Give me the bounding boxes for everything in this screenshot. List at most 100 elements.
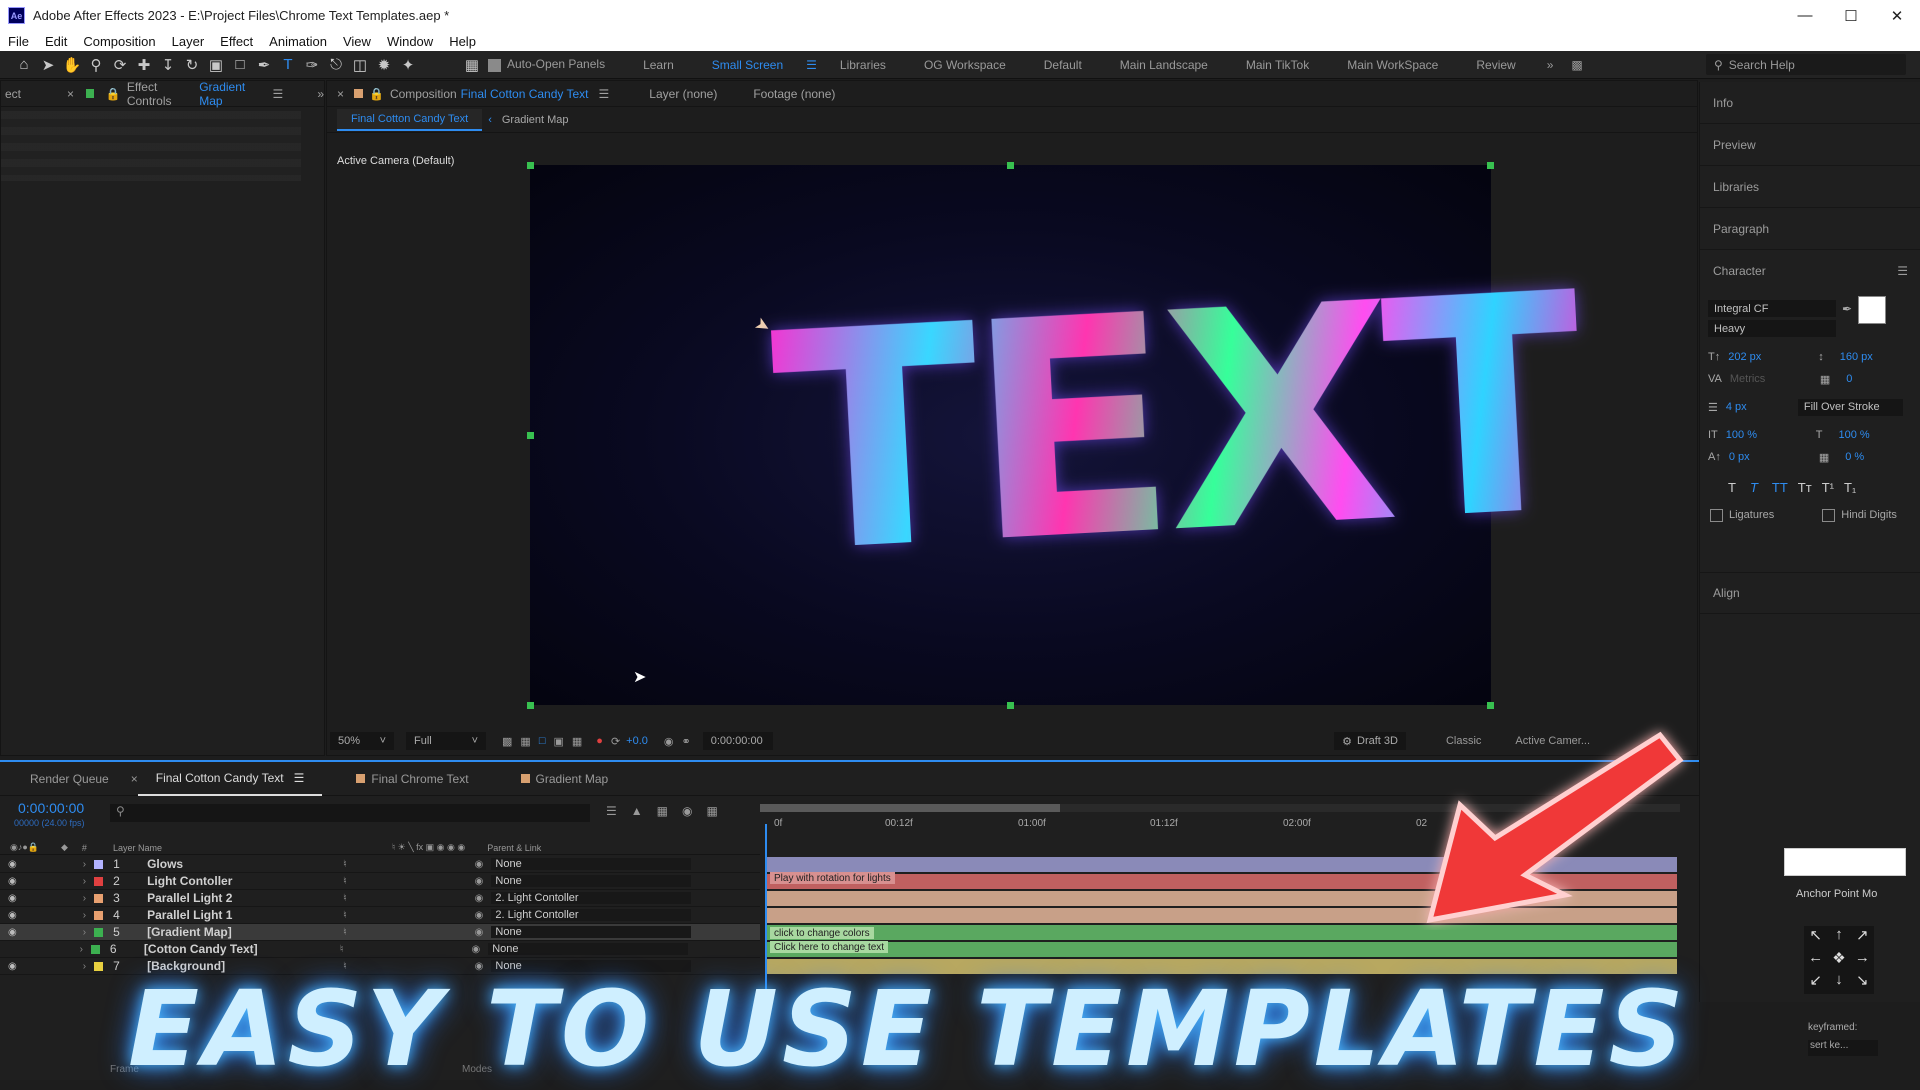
draft-3d-toggle[interactable]: ⚙ Draft 3D bbox=[1334, 732, 1406, 750]
expand-chevron-icon[interactable]: › bbox=[83, 910, 86, 921]
transform-handle[interactable] bbox=[1007, 162, 1014, 169]
transform-handle[interactable] bbox=[1487, 162, 1494, 169]
layer-label-swatch[interactable] bbox=[94, 910, 104, 920]
parent-dropdown[interactable]: None bbox=[488, 943, 689, 955]
type-tool-icon[interactable]: T bbox=[276, 54, 300, 76]
shy-switch-icon[interactable]: ♮ bbox=[343, 893, 347, 904]
marker-comment[interactable]: Click here to change text bbox=[770, 941, 889, 953]
workspace-learn[interactable]: Learn bbox=[624, 58, 693, 72]
vertical-scale-value[interactable]: 100 % bbox=[1726, 429, 1786, 441]
search-help-input[interactable]: ⚲ Search Help bbox=[1706, 54, 1906, 75]
parent-pickwhip-icon[interactable]: ◉ bbox=[475, 927, 484, 938]
layer-label-swatch[interactable] bbox=[94, 927, 104, 937]
workspace-libraries[interactable]: Libraries bbox=[821, 58, 905, 72]
show-snapshot-icon[interactable]: ⚭ bbox=[681, 735, 690, 748]
current-timecode[interactable]: 0:00:00:00 bbox=[18, 800, 84, 816]
superscript-button[interactable]: T¹ bbox=[1822, 480, 1834, 495]
libraries-panel-header[interactable]: Libraries bbox=[1700, 166, 1920, 208]
timecode-display[interactable]: 0:00:00:00 bbox=[702, 732, 773, 750]
anchor-top-right-icon[interactable]: ↗ bbox=[1851, 926, 1874, 949]
expand-chevron-icon[interactable]: › bbox=[83, 927, 86, 938]
preview-panel-header[interactable]: Preview bbox=[1700, 124, 1920, 166]
frame-blending-icon[interactable]: ▦ bbox=[657, 804, 668, 818]
pen-tool-icon[interactable]: ✒ bbox=[252, 54, 276, 76]
menu-layer[interactable]: Layer bbox=[164, 34, 213, 49]
orbit-tool-icon[interactable]: ⟳ bbox=[108, 54, 132, 76]
menu-file[interactable]: File bbox=[0, 34, 37, 49]
composition-tab-name[interactable]: Final Cotton Candy Text bbox=[461, 87, 589, 101]
parent-dropdown[interactable]: 2. Light Contoller bbox=[491, 909, 692, 921]
transform-handle[interactable] bbox=[527, 162, 534, 169]
stroke-mode-dropdown[interactable]: Fill Over Stroke bbox=[1797, 398, 1903, 416]
expand-chevron-icon[interactable]: › bbox=[80, 944, 83, 955]
eye-icon[interactable]: ◉ bbox=[8, 927, 17, 938]
comp-lock-icon[interactable]: 🔒 bbox=[369, 87, 384, 101]
layer-name[interactable]: Parallel Light 1 bbox=[147, 908, 337, 922]
layer-row[interactable]: ◉ › 3 Parallel Light 2 ♮ ◉ 2. Light Contoller bbox=[0, 890, 760, 907]
faux-bold-button[interactable]: T bbox=[1728, 480, 1736, 495]
layer-tab[interactable]: Layer (none) bbox=[649, 87, 717, 101]
menu-view[interactable]: View bbox=[335, 34, 379, 49]
tab-render-queue[interactable]: Render Queue bbox=[0, 762, 127, 796]
parent-dropdown[interactable]: None bbox=[491, 875, 692, 887]
workspace-og[interactable]: OG Workspace bbox=[905, 58, 1025, 72]
layer-label-swatch[interactable] bbox=[94, 893, 104, 903]
selection-tool-icon[interactable]: ➤ bbox=[36, 54, 60, 76]
layer-label-swatch[interactable] bbox=[94, 961, 104, 971]
layer-row[interactable]: ◉ › 4 Parallel Light 1 ♮ ◉ 2. Light Contoller bbox=[0, 907, 760, 924]
grid-icon[interactable]: ▦ bbox=[572, 735, 582, 748]
truncated-tab[interactable]: ect bbox=[5, 87, 21, 101]
comp-flowchart-icon[interactable]: ☰ bbox=[606, 804, 617, 818]
align-panel-header[interactable]: Align bbox=[1700, 572, 1920, 614]
anchor-bottom-right-icon[interactable]: ↘ bbox=[1851, 971, 1874, 994]
motion-blur-icon[interactable]: ◉ bbox=[682, 804, 692, 818]
panel-menu-icon[interactable]: ☰ bbox=[273, 87, 284, 101]
eye-icon[interactable]: ◉ bbox=[8, 876, 17, 887]
graph-editor-icon[interactable]: ▦ bbox=[706, 804, 717, 818]
layer-name[interactable]: [Cotton Candy Text] bbox=[144, 942, 334, 956]
anchor-left-icon[interactable]: ← bbox=[1804, 949, 1827, 972]
auto-open-checkbox[interactable]: Auto-Open Panels bbox=[484, 57, 624, 72]
maximize-icon[interactable]: ☐ bbox=[1828, 0, 1874, 31]
workspace-small-screen[interactable]: Small Screen bbox=[693, 58, 802, 72]
tsume-value[interactable]: 0 % bbox=[1845, 451, 1864, 463]
anchor-right-icon[interactable]: → bbox=[1851, 949, 1874, 972]
anchor-top-left-icon[interactable]: ↖ bbox=[1804, 926, 1827, 949]
eye-icon[interactable]: ◉ bbox=[8, 893, 17, 904]
tab-final-chrome-text[interactable]: Final Chrome Text bbox=[322, 762, 486, 796]
transform-handle[interactable] bbox=[1487, 702, 1494, 709]
parent-pickwhip-icon[interactable]: ◉ bbox=[471, 944, 480, 955]
eye-icon[interactable]: ◉ bbox=[8, 961, 17, 972]
parent-link-column[interactable]: Parent & Link bbox=[487, 843, 541, 853]
marker-comment[interactable]: click to change colors bbox=[770, 927, 874, 939]
breadcrumb-gradient-map[interactable]: Gradient Map bbox=[502, 114, 569, 126]
transform-handle[interactable] bbox=[527, 432, 534, 439]
font-family-dropdown[interactable]: Integral CF bbox=[1708, 300, 1836, 317]
leading-value[interactable]: 160 px bbox=[1840, 351, 1873, 363]
layer-name[interactable]: Glows bbox=[147, 857, 337, 871]
snapshot-icon[interactable]: ◉ bbox=[664, 735, 674, 748]
close-icon[interactable]: ✕ bbox=[1874, 0, 1920, 31]
hindi-digits-checkbox[interactable] bbox=[1822, 508, 1836, 522]
more-workspaces-icon[interactable]: » bbox=[1535, 58, 1566, 72]
layer-name[interactable]: Parallel Light 2 bbox=[147, 891, 337, 905]
zoom-dropdown[interactable]: 50% ˅ bbox=[330, 732, 394, 750]
eraser-tool-icon[interactable]: ◫ bbox=[348, 54, 372, 76]
parent-pickwhip-icon[interactable]: ◉ bbox=[475, 910, 484, 921]
region-icon[interactable]: ▩ bbox=[502, 735, 512, 748]
timeline-menu-icon[interactable]: ☰ bbox=[294, 771, 305, 785]
brush-tool-icon[interactable]: ✑ bbox=[300, 54, 324, 76]
mask-toggle-icon[interactable]: □ bbox=[539, 735, 546, 747]
expand-chevron-icon[interactable]: › bbox=[83, 859, 86, 870]
anchor-bottom-left-icon[interactable]: ↙ bbox=[1804, 971, 1827, 994]
transform-handle[interactable] bbox=[527, 702, 534, 709]
rectangle-tool-icon[interactable]: □ bbox=[228, 54, 252, 76]
layer-row[interactable]: › 6 [Cotton Candy Text] ♮ ◉ None bbox=[0, 941, 760, 958]
layer-name[interactable]: Light Contoller bbox=[147, 874, 337, 888]
workspace-main[interactable]: Main WorkSpace bbox=[1328, 58, 1457, 72]
parent-pickwhip-icon[interactable]: ◉ bbox=[475, 859, 484, 870]
layer-label-swatch[interactable] bbox=[90, 944, 100, 954]
footage-tab[interactable]: Footage (none) bbox=[753, 87, 835, 101]
parent-dropdown[interactable]: 2. Light Contoller bbox=[491, 892, 692, 904]
lock-icon[interactable]: 🔒 bbox=[106, 87, 121, 101]
